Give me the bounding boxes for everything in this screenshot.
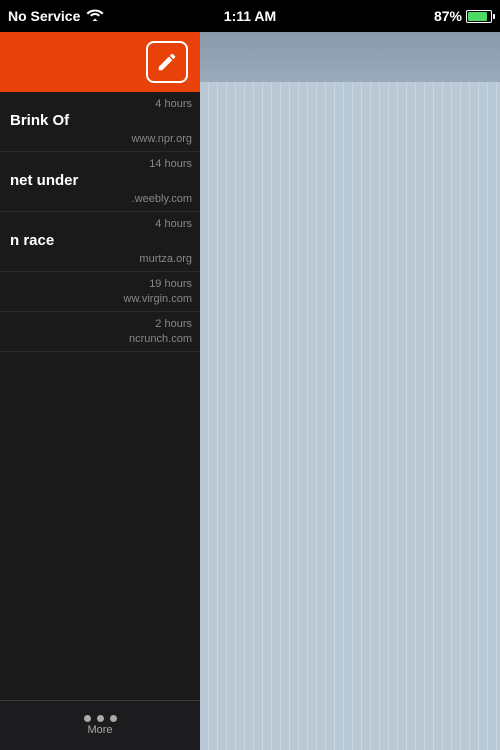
stripes-background bbox=[200, 82, 500, 750]
battery-icon bbox=[466, 10, 492, 23]
feed-item-source-4: ww.virgin.com bbox=[10, 293, 192, 305]
right-panel-header bbox=[200, 32, 500, 82]
feed-item-4[interactable]: 19 hours ww.virgin.com bbox=[0, 272, 200, 312]
compose-button[interactable] bbox=[146, 41, 188, 83]
compose-icon bbox=[156, 51, 178, 73]
status-bar: No Service 1:11 AM 87% bbox=[0, 0, 500, 32]
no-service-text: No Service bbox=[8, 8, 80, 24]
compose-header bbox=[0, 32, 200, 92]
feed-item-time-2: 14 hours bbox=[10, 158, 192, 170]
feed-item-2[interactable]: 14 hours net under .weebly.com bbox=[0, 152, 200, 212]
feed-item-source-3: murtza.org bbox=[10, 253, 192, 265]
status-right: 87% bbox=[434, 8, 492, 24]
tab-dots bbox=[84, 715, 117, 722]
feed-item-1[interactable]: 4 hours Brink Of www.npr.org bbox=[0, 92, 200, 152]
feed-item-title-1: Brink Of bbox=[10, 112, 192, 130]
main-content: 4 hours Brink Of www.npr.org 14 hours ne… bbox=[0, 32, 500, 750]
status-time: 1:11 AM bbox=[224, 8, 276, 24]
tab-more-label: More bbox=[87, 724, 112, 736]
feed-list: 4 hours Brink Of www.npr.org 14 hours ne… bbox=[0, 92, 200, 750]
battery-percent: 87% bbox=[434, 8, 462, 24]
feed-item-3[interactable]: 4 hours n race murtza.org bbox=[0, 212, 200, 272]
right-panel-body bbox=[200, 82, 500, 750]
feed-item-time-3: 4 hours bbox=[10, 218, 192, 230]
feed-item-5[interactable]: 2 hours ncrunch.com bbox=[0, 312, 200, 352]
feed-item-source-5: ncrunch.com bbox=[10, 333, 192, 345]
right-panel bbox=[200, 32, 500, 750]
tab-dot-3 bbox=[110, 715, 117, 722]
status-left: No Service bbox=[8, 8, 104, 25]
tab-bar[interactable]: More bbox=[0, 700, 200, 750]
feed-item-source-2: .weebly.com bbox=[10, 193, 192, 205]
tab-dot-2 bbox=[97, 715, 104, 722]
tab-dot-1 bbox=[84, 715, 91, 722]
feed-item-time-1: 4 hours bbox=[10, 98, 192, 110]
left-panel: 4 hours Brink Of www.npr.org 14 hours ne… bbox=[0, 32, 200, 750]
feed-item-title-3: n race bbox=[10, 232, 192, 250]
feed-item-source-1: www.npr.org bbox=[10, 133, 192, 145]
wifi-icon bbox=[86, 8, 104, 25]
feed-item-time-5: 2 hours bbox=[10, 318, 192, 330]
feed-item-time-4: 19 hours bbox=[10, 278, 192, 290]
feed-item-title-2: net under bbox=[10, 172, 192, 190]
